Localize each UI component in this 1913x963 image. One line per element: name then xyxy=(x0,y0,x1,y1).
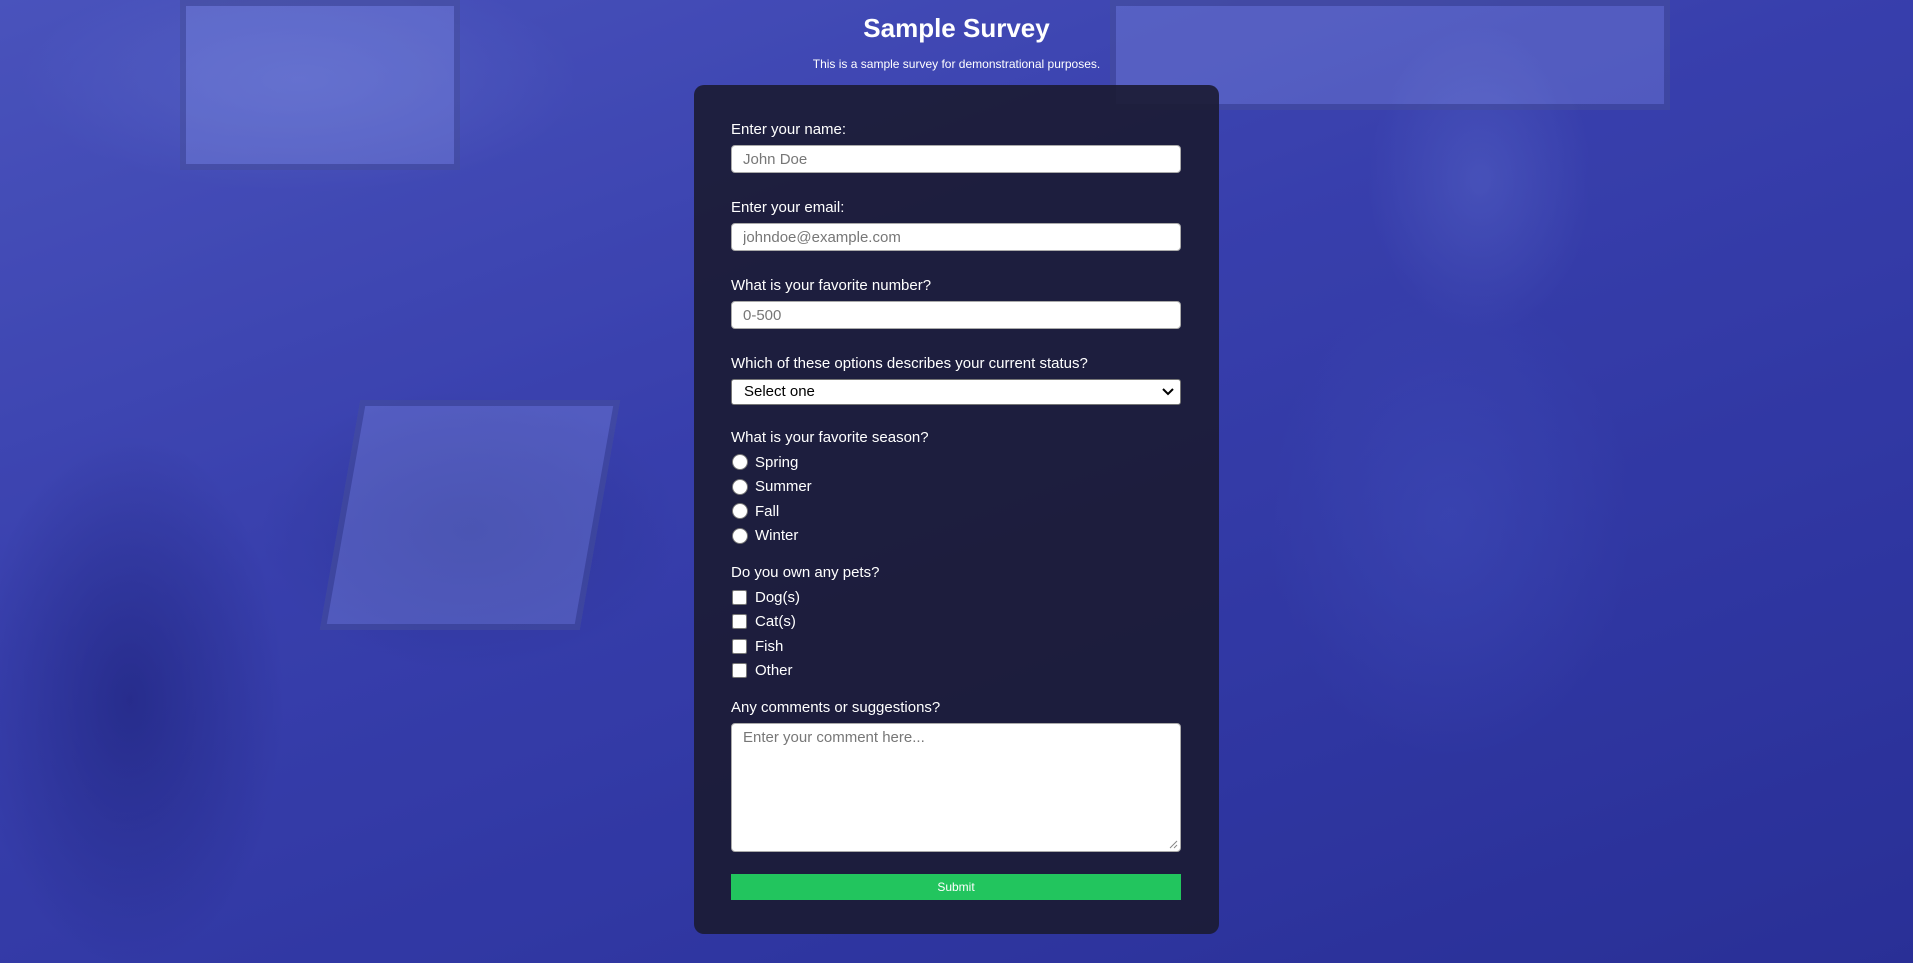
pet-option-dogs[interactable]: Dog(s) xyxy=(731,585,1183,610)
radio-icon[interactable] xyxy=(732,527,748,544)
email-input[interactable] xyxy=(731,223,1181,251)
season-option-summer[interactable]: Summer xyxy=(731,475,1183,500)
season-option-spring[interactable]: Spring xyxy=(731,450,1183,475)
resize-handle-icon[interactable] xyxy=(1169,840,1178,849)
pets-label: Do you own any pets? xyxy=(731,564,880,581)
comments-label: Any comments or suggestions? xyxy=(731,699,941,716)
email-label: Enter your email: xyxy=(731,199,845,216)
pet-option-fish[interactable]: Fish xyxy=(731,634,1183,659)
radio-icon[interactable] xyxy=(732,454,748,471)
season-option-label: Spring xyxy=(755,453,799,471)
name-input[interactable] xyxy=(731,145,1181,173)
comments-placeholder: Enter your comment here... xyxy=(743,729,925,746)
name-label: Enter your name: xyxy=(731,121,847,138)
pet-option-cats[interactable]: Cat(s) xyxy=(731,610,1183,635)
background-laptop xyxy=(319,400,621,630)
season-option-label: Summer xyxy=(755,478,812,496)
pet-option-label: Dog(s) xyxy=(755,588,801,606)
checkbox-icon[interactable] xyxy=(732,614,747,630)
season-option-winter[interactable]: Winter xyxy=(731,524,1183,549)
pet-option-other[interactable]: Other xyxy=(731,659,1183,684)
submit-button[interactable]: Submit xyxy=(731,874,1181,900)
page-title: Sample Survey xyxy=(863,13,1050,43)
pet-option-label: Cat(s) xyxy=(755,613,796,631)
season-option-label: Winter xyxy=(755,527,799,545)
checkbox-icon[interactable] xyxy=(732,589,747,605)
season-option-fall[interactable]: Fall xyxy=(731,499,1183,524)
page-description: This is a sample survey for demonstratio… xyxy=(812,57,1101,71)
checkbox-icon[interactable] xyxy=(732,663,747,679)
number-input[interactable] xyxy=(731,301,1181,329)
radio-icon[interactable] xyxy=(732,503,748,520)
checkbox-icon[interactable] xyxy=(732,638,747,654)
survey-form: Enter your name: Enter your email: What … xyxy=(694,85,1219,934)
status-selected-value: Select one xyxy=(744,383,815,400)
season-label: What is your favorite season? xyxy=(731,429,929,446)
comments-textarea[interactable]: Enter your comment here... xyxy=(731,723,1181,852)
radio-icon[interactable] xyxy=(732,478,748,495)
pet-option-label: Other xyxy=(755,662,793,680)
pet-option-label: Fish xyxy=(755,637,784,655)
chevron-down-icon xyxy=(1162,388,1174,396)
status-label: Which of these options describes your cu… xyxy=(731,355,1088,372)
status-dropdown[interactable]: Select one xyxy=(731,379,1181,405)
number-label: What is your favorite number? xyxy=(731,277,932,294)
season-option-label: Fall xyxy=(755,502,780,520)
